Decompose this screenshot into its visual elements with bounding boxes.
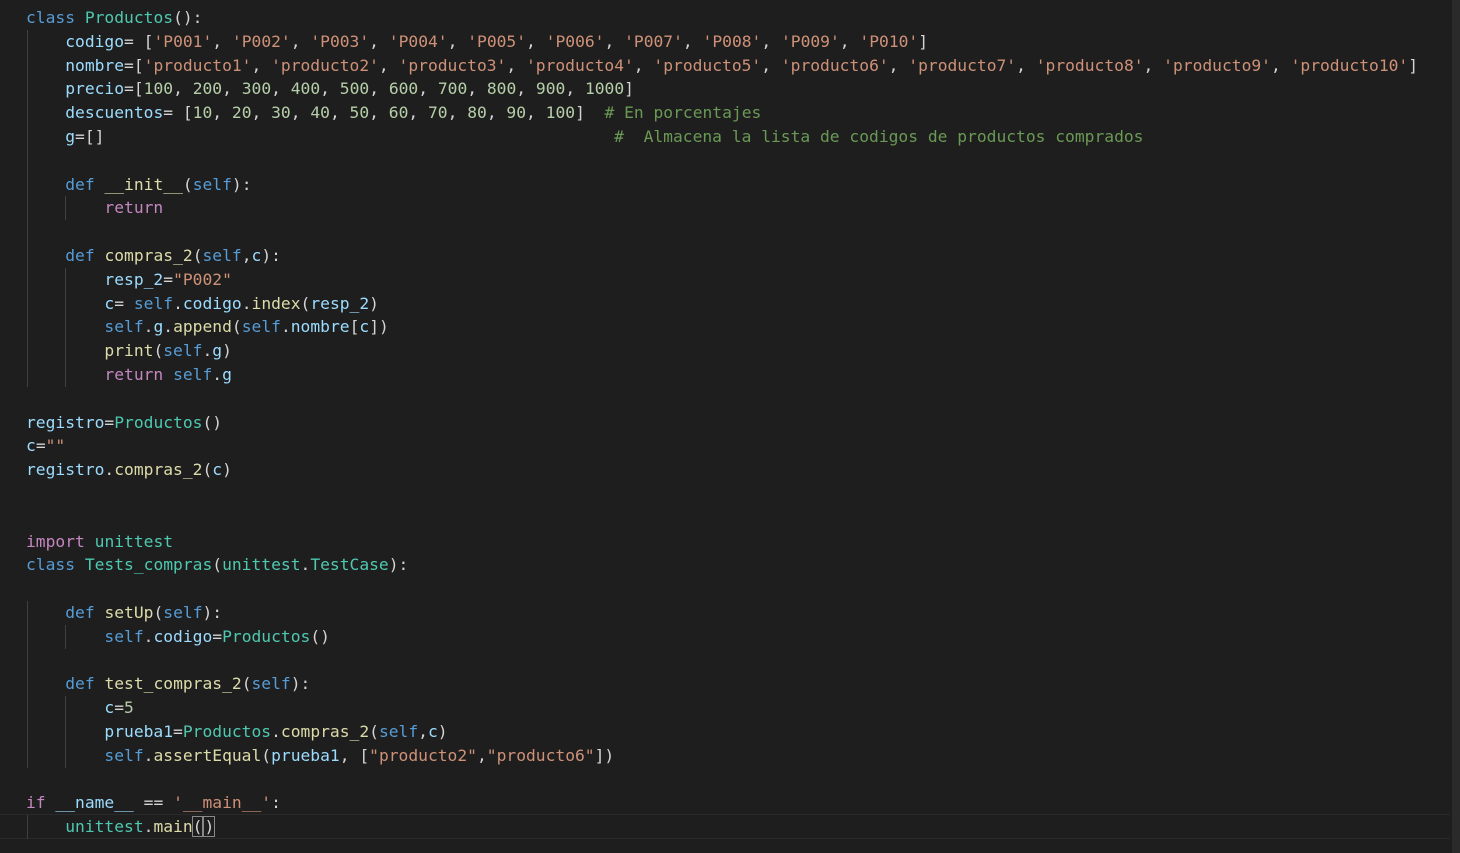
code-line[interactable]: unittest.main(): [26, 815, 1418, 839]
code-line[interactable]: [26, 149, 1418, 173]
code-line[interactable]: self.assertEqual(prueba1, ["producto2","…: [26, 744, 1418, 768]
code-area[interactable]: class Productos(): codigo= ['P001', 'P00…: [26, 6, 1418, 839]
code-line[interactable]: class Productos():: [26, 6, 1418, 30]
code-line[interactable]: def setUp(self):: [26, 601, 1418, 625]
code-line[interactable]: self.codigo=Productos(): [26, 625, 1418, 649]
code-line[interactable]: import unittest: [26, 530, 1418, 554]
code-line[interactable]: def test_compras_2(self):: [26, 672, 1418, 696]
scrollbar[interactable]: [1452, 0, 1460, 853]
code-line[interactable]: resp_2="P002": [26, 268, 1418, 292]
code-line[interactable]: self.g.append(self.nombre[c]): [26, 315, 1418, 339]
code-line[interactable]: [26, 577, 1418, 601]
code-line[interactable]: def compras_2(self,c):: [26, 244, 1418, 268]
code-line[interactable]: registro.compras_2(c): [26, 458, 1418, 482]
code-line[interactable]: precio=[100, 200, 300, 400, 500, 600, 70…: [26, 77, 1418, 101]
code-line[interactable]: g=[] # Almacena la lista de codigos de p…: [26, 125, 1418, 149]
code-line[interactable]: registro=Productos(): [26, 411, 1418, 435]
code-line[interactable]: return: [26, 196, 1418, 220]
code-editor[interactable]: class Productos(): codigo= ['P001', 'P00…: [0, 0, 1460, 853]
code-line[interactable]: def __init__(self):: [26, 173, 1418, 197]
code-line[interactable]: prueba1=Productos.compras_2(self,c): [26, 720, 1418, 744]
code-line[interactable]: c=5: [26, 696, 1418, 720]
code-line[interactable]: if __name__ == '__main__':: [26, 791, 1418, 815]
code-line[interactable]: descuentos= [10, 20, 30, 40, 50, 60, 70,…: [26, 101, 1418, 125]
code-line[interactable]: nombre=['producto1', 'producto2', 'produ…: [26, 54, 1418, 78]
code-line[interactable]: [26, 768, 1418, 792]
code-line[interactable]: c="": [26, 434, 1418, 458]
code-line[interactable]: class Tests_compras(unittest.TestCase):: [26, 553, 1418, 577]
code-line[interactable]: codigo= ['P001', 'P002', 'P003', 'P004',…: [26, 30, 1418, 54]
code-line[interactable]: [26, 506, 1418, 530]
code-line[interactable]: c= self.codigo.index(resp_2): [26, 292, 1418, 316]
code-line[interactable]: print(self.g): [26, 339, 1418, 363]
code-line[interactable]: [26, 387, 1418, 411]
code-line[interactable]: [26, 649, 1418, 673]
code-line[interactable]: return self.g: [26, 363, 1418, 387]
code-line[interactable]: [26, 220, 1418, 244]
code-line[interactable]: [26, 482, 1418, 506]
